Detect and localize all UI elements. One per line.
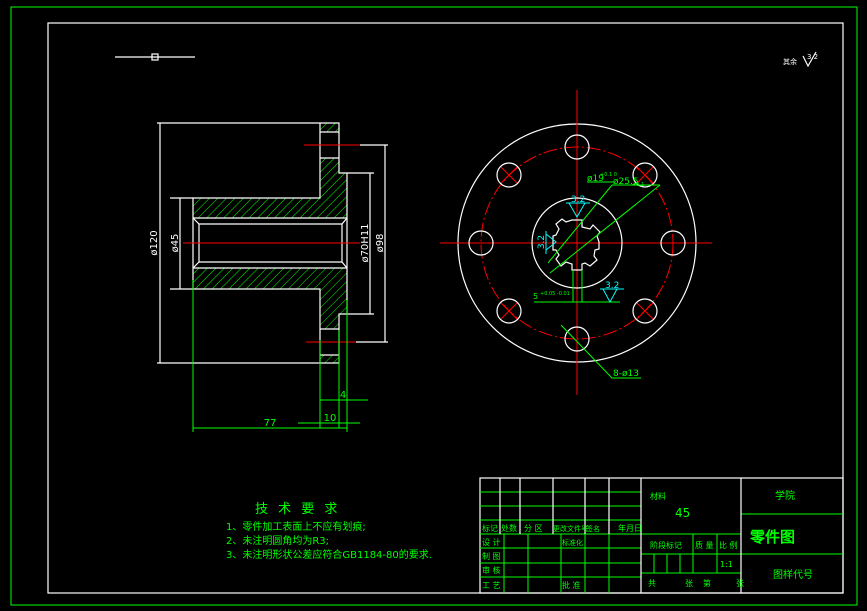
svg-text:1、零件加工表面上不应有划痕;: 1、零件加工表面上不应有划痕; — [226, 520, 366, 533]
svg-text:ø70H11: ø70H11 — [360, 223, 371, 262]
svg-text:签名: 签名 — [586, 524, 600, 533]
svg-text:批 准: 批 准 — [562, 580, 581, 590]
svg-text:设 计: 设 计 — [482, 537, 501, 547]
svg-text:共: 共 — [648, 579, 656, 588]
hatch-lower — [193, 268, 347, 329]
svg-text:学院: 学院 — [775, 489, 795, 502]
svg-text:3.2: 3.2 — [571, 195, 585, 205]
svg-text:分 区: 分 区 — [524, 524, 543, 533]
svg-text:张: 张 — [736, 579, 744, 588]
outer-border — [10, 6, 858, 606]
svg-text:ø45: ø45 — [170, 234, 181, 253]
svg-text:阶段标记: 阶段标记 — [650, 540, 682, 550]
technical-requirements: 技 术 要 求 1、零件加工表面上不应有划痕; 2、未注明圆角均为R3; 3、未… — [226, 502, 432, 561]
svg-text:审 核: 审 核 — [482, 565, 501, 575]
svg-text:标准化: 标准化 — [562, 538, 583, 547]
svg-text:3、未注明形状公差应符合GB1184-80的要求.: 3、未注明形状公差应符合GB1184-80的要求. — [226, 548, 432, 561]
roughness-note: 其余 3.2 — [783, 51, 818, 68]
svg-text:3.2: 3.2 — [537, 235, 547, 249]
svg-text:技 术 要 求: 技 术 要 求 — [255, 502, 340, 517]
svg-text:制 图: 制 图 — [482, 551, 501, 561]
svg-text:图样代号: 图样代号 — [773, 568, 813, 581]
title-mark — [115, 53, 195, 61]
svg-text:比 例: 比 例 — [719, 540, 738, 550]
cad-drawing: 其余 3.2 ø120 ø45 ø70H11 ø98 77 10 4 5 +0.… — [10, 6, 858, 606]
svg-text:ø120: ø120 — [149, 230, 160, 255]
end-view: 5 +0.05 -0.01 ø19 +0.1 0 ø25.5 +0.1 8-ø1… — [440, 90, 712, 395]
svg-text:+0.05 -0.01: +0.05 -0.01 — [540, 291, 570, 297]
svg-text:77: 77 — [264, 418, 277, 429]
svg-text:10: 10 — [324, 413, 337, 424]
svg-text:材料: 材料 — [650, 491, 666, 501]
svg-text:质 量: 质 量 — [695, 540, 714, 550]
svg-text:ø98: ø98 — [375, 234, 386, 253]
drawing-frame — [47, 22, 844, 594]
svg-text:4: 4 — [340, 390, 346, 401]
svg-text:3.2: 3.2 — [605, 281, 619, 291]
svg-text:张: 张 — [685, 579, 693, 588]
svg-text:年月日: 年月日 — [618, 523, 642, 533]
svg-text:更改文件号: 更改文件号 — [553, 524, 588, 533]
svg-text:1:1: 1:1 — [720, 560, 733, 569]
svg-text:2、未注明圆角均为R3;: 2、未注明圆角均为R3; — [226, 534, 329, 547]
svg-text:+0.1: +0.1 — [632, 182, 644, 188]
svg-text:3.2: 3.2 — [807, 53, 818, 61]
section-view: ø120 ø45 ø70H11 ø98 77 10 4 — [149, 122, 388, 432]
title-block: 标记 处数 分 区 更改文件号 签名 年月日 设 计 标准化 制 图 审 核 工… — [479, 477, 844, 594]
svg-text:45: 45 — [675, 506, 690, 520]
svg-text:标记: 标记 — [482, 523, 498, 533]
svg-text:零件图: 零件图 — [749, 528, 795, 546]
svg-text:8-ø13: 8-ø13 — [613, 369, 639, 379]
svg-text:工 艺: 工 艺 — [482, 581, 501, 590]
svg-text:其余: 其余 — [783, 57, 797, 66]
hatch-upper — [193, 158, 347, 218]
svg-text:5: 5 — [533, 292, 538, 301]
svg-text:第: 第 — [703, 578, 711, 588]
svg-text:处数: 处数 — [501, 523, 517, 533]
